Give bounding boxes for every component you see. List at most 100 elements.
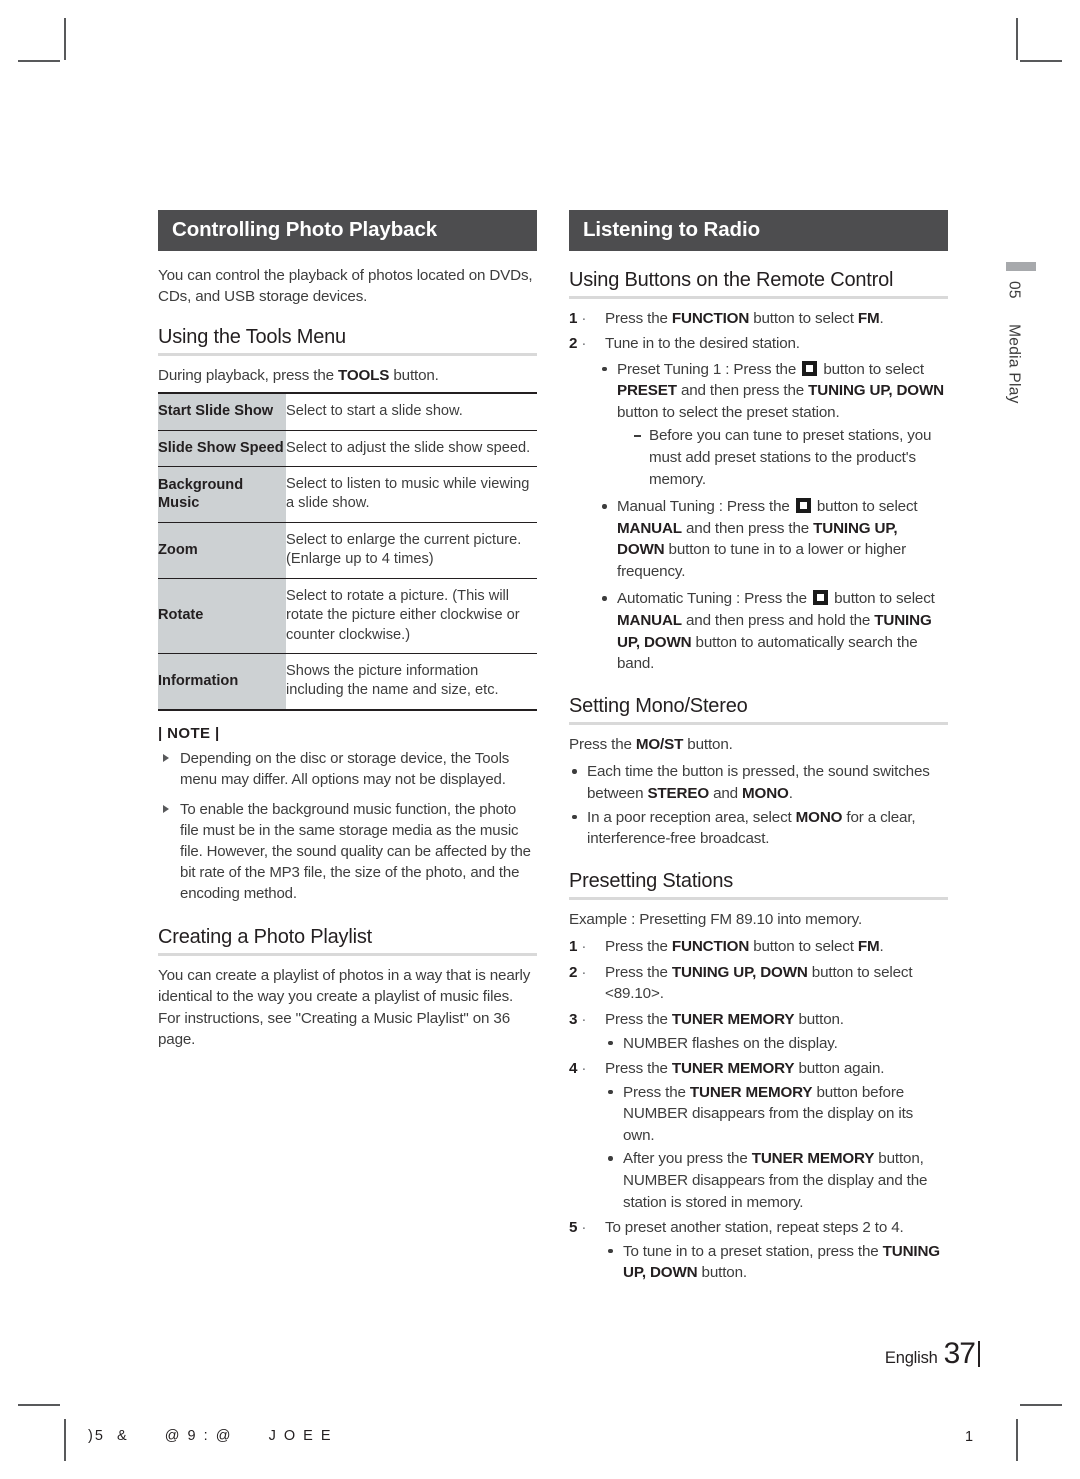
list-item: Each time the button is pressed, the sou…: [569, 761, 948, 804]
mono-stereo-lead: Press the MO/ST button.: [569, 734, 948, 756]
preset-tuning-after-icon: button: [823, 360, 865, 378]
print-sheet-number: 1: [965, 1429, 974, 1445]
subheading-rule: [569, 721, 948, 725]
list-item: 2 · Press the TUNING UP, DOWN button to …: [569, 962, 948, 1005]
tuning-up-down-label: TUNING UP, DOWN: [808, 382, 944, 400]
tuning-up-down-label: TUNING UP, DOWN: [671, 963, 808, 981]
list-item: Automatic Tuning : Press the button to s…: [599, 588, 948, 674]
photo-playback-intro: You can control the playback of photos l…: [158, 266, 533, 306]
manual-page: Controlling Photo Playback You can contr…: [0, 0, 1080, 1479]
table-row: Start Slide Show Select to start a slide…: [158, 392, 537, 431]
footer-edge-bar: [978, 1341, 980, 1367]
triangle-bullet-icon: [163, 804, 169, 813]
table-cell-option-name: Rotate: [158, 577, 286, 654]
step5-bullet-pre: To tune in to a preset station, press th…: [623, 1242, 883, 1260]
manual-label: MANUAL: [617, 519, 682, 537]
table-cell-option-name: Information: [158, 652, 286, 711]
step-number-separator: ·: [577, 309, 587, 327]
list-item: Before you can tune to preset stations, …: [633, 425, 948, 490]
subheading-rule: [158, 352, 537, 356]
list-item: 5 · To preset another station, repeat st…: [569, 1217, 948, 1284]
tuner-memory-label: TUNER MEMORY: [689, 1083, 813, 1101]
step-text-post: button again.: [794, 1060, 885, 1078]
automatic-tuning-line2-pre: to select: [879, 590, 935, 608]
table-row: Slide Show Speed Select to adjust the sl…: [158, 429, 537, 468]
manual-tuning-line2-pre: to select: [862, 498, 918, 516]
triangle-bullet-icon: [163, 753, 169, 762]
round-bullet-icon: [572, 814, 577, 819]
table-cell-option-name: Background Music: [158, 466, 286, 523]
step-text-pre: Press the: [605, 963, 672, 981]
print-strip-text: )5 & @ 9 : @ J O E E: [88, 1428, 333, 1444]
step-number-separator: ·: [577, 1010, 587, 1028]
round-bullet-icon: [602, 504, 607, 509]
note-text: To enable the background music function,…: [180, 800, 531, 902]
manual-label: MANUAL: [617, 612, 682, 630]
fm-label: FM: [857, 938, 880, 956]
left-column: Controlling Photo Playback You can contr…: [158, 210, 537, 1288]
crop-mark-top-right-horizontal: [1020, 60, 1062, 62]
manual-tuning-line2-mid: and then press the: [681, 519, 814, 537]
table-cell-option-name: Zoom: [158, 521, 286, 579]
list-item: Press the TUNER MEMORY button before NUM…: [605, 1082, 948, 1147]
step5-bullet-post: button.: [697, 1264, 748, 1282]
subheading-rule: [158, 952, 537, 956]
round-bullet-icon: [572, 769, 577, 774]
mono-stereo-list: Each time the button is pressed, the sou…: [569, 761, 948, 849]
step-number-separator: ·: [577, 1219, 587, 1237]
table-row: Rotate Select to rotate a picture. (This…: [158, 577, 537, 654]
step-text: Press the FUNCTION button to select FM.: [605, 310, 884, 327]
round-bullet-icon: [608, 1089, 613, 1095]
list-item: 1 · Press the FUNCTION button to select …: [569, 308, 948, 330]
chapter-tab-marker: [1006, 262, 1036, 271]
crop-mark-bottom-right-vertical: [1016, 1419, 1018, 1461]
manual-tuning-after-icon: button: [816, 498, 859, 516]
table-cell-option-name: Start Slide Show: [158, 392, 286, 431]
dash-bullet-icon: [634, 435, 641, 437]
list-item: In a poor reception area, select MONO fo…: [569, 807, 948, 850]
step4-bullet2-pre: After you press the: [623, 1150, 752, 1168]
list-item: Manual Tuning : Press the button to sele…: [599, 496, 948, 582]
note-list: Depending on the disc or storage device,…: [158, 748, 537, 904]
round-bullet-icon: [608, 1156, 613, 1161]
round-bullet-icon: [608, 1248, 613, 1254]
tools-button-label: TOOLS: [337, 366, 390, 384]
page-footer: English 37: [885, 1337, 980, 1371]
step-number: 2 ·: [569, 333, 586, 355]
step-text-post: .: [879, 309, 884, 327]
step-text: Tune in to the desired station.: [605, 335, 800, 353]
crop-mark-bottom-left-vertical: [64, 1419, 66, 1461]
subheading-creating-a-photo-playlist: Creating a Photo Playlist: [158, 925, 373, 948]
automatic-tuning-lead: Automatic Tuning : Press the: [617, 590, 807, 608]
step-number: 1 ·: [569, 936, 586, 958]
automatic-tuning-after-icon: button: [834, 590, 876, 608]
step-text: To preset another station, repeat steps …: [605, 1219, 904, 1237]
step5-bullets: To tune in to a preset station, press th…: [605, 1241, 948, 1284]
remote-button-icon: [795, 498, 811, 514]
table-row: Zoom Select to enlarge the current pictu…: [158, 521, 537, 579]
table-cell-option-name: Slide Show Speed: [158, 429, 286, 468]
step-text: Press the TUNER MEMORY button again.: [605, 1060, 884, 1077]
tuning-mode-list: Preset Tuning 1 : Press the button to se…: [599, 359, 948, 675]
chapter-label: Media Play: [1005, 324, 1023, 404]
table-cell-option-desc: Select to rotate a picture. (This will r…: [286, 577, 537, 654]
step-text-mid: button to select: [749, 309, 858, 327]
crop-mark-bottom-right-horizontal: [1020, 1404, 1062, 1406]
presetting-example: Example : Presetting FM 89.10 into memor…: [569, 910, 863, 928]
list-item: Preset Tuning 1 : Press the button to se…: [599, 359, 948, 490]
function-button-label: FUNCTION: [671, 309, 750, 327]
mono-label: MONO: [795, 808, 843, 826]
table-cell-option-desc: Select to start a slide show.: [286, 392, 537, 431]
tools-menu-table: Start Slide Show Select to start a slide…: [158, 392, 537, 711]
stereo-label: STEREO: [647, 784, 710, 802]
remote-button-icon: [813, 590, 829, 606]
step3-bullet-text: NUMBER flashes on the display.: [623, 1034, 838, 1052]
preset-tuning-line2-pre: to select: [868, 360, 924, 378]
subheading-rule: [569, 896, 948, 900]
presetting-steps-list: 1 · Press the FUNCTION button to select …: [569, 936, 948, 1284]
table-row: Background Music Select to listen to mus…: [158, 466, 537, 523]
mono-bullet1-post: .: [788, 784, 793, 802]
section-heading-controlling-photo-playback: Controlling Photo Playback: [158, 210, 537, 251]
tuner-memory-label: TUNER MEMORY: [671, 1010, 795, 1028]
footer-language: English: [884, 1349, 938, 1367]
